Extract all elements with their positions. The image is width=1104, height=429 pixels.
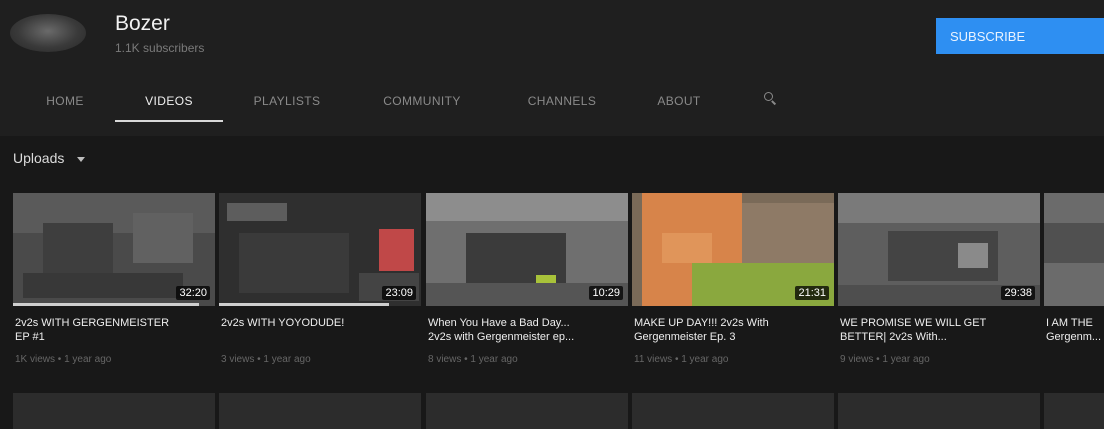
uploads-dropdown[interactable]: Uploads bbox=[13, 150, 64, 166]
duration-badge: 32:20 bbox=[176, 286, 210, 300]
tab-videos[interactable]: VIDEOS bbox=[115, 80, 223, 122]
subscribe-button[interactable]: SUBSCRIBE bbox=[936, 18, 1104, 54]
tab-playlists[interactable]: PLAYLISTS bbox=[240, 80, 334, 122]
tab-about[interactable]: ABOUT bbox=[643, 80, 715, 122]
subscriber-count: 1.1K subscribers bbox=[115, 41, 205, 55]
video-thumbnail[interactable] bbox=[1044, 193, 1104, 306]
video-meta: 9 views • 1 year ago bbox=[840, 354, 930, 365]
video-title[interactable]: 2v2s WITH GERGENMEISTER EP #1 bbox=[15, 316, 211, 344]
chevron-down-icon[interactable] bbox=[77, 157, 85, 162]
video-title[interactable]: MAKE UP DAY!!! 2v2s With Gergenmeister E… bbox=[634, 316, 830, 344]
video-meta: 1K views • 1 year ago bbox=[15, 354, 112, 365]
video-thumbnail[interactable] bbox=[1044, 393, 1104, 429]
video-meta: 3 views • 1 year ago bbox=[221, 354, 311, 365]
video-card[interactable]: I AM THE Gergenm... bbox=[1044, 193, 1104, 383]
video-meta: 8 views • 1 year ago bbox=[428, 354, 518, 365]
video-title[interactable]: 2v2s WITH YOYODUDE! bbox=[221, 316, 417, 330]
channel-name: Bozer bbox=[115, 12, 170, 35]
watched-progress-bar bbox=[13, 303, 199, 306]
duration-badge: 23:09 bbox=[382, 286, 416, 300]
channel-tabs: HOME VIDEOS PLAYLISTS COMMUNITY CHANNELS… bbox=[0, 80, 1104, 122]
video-thumbnail[interactable]: 10:29 bbox=[426, 193, 628, 306]
video-thumbnail[interactable] bbox=[13, 393, 215, 429]
search-icon[interactable] bbox=[764, 92, 777, 105]
video-thumbnail[interactable] bbox=[838, 393, 1040, 429]
video-thumbnail[interactable] bbox=[219, 393, 421, 429]
duration-badge: 21:31 bbox=[795, 286, 829, 300]
video-thumbnail[interactable]: 29:38 bbox=[838, 193, 1040, 306]
duration-badge: 10:29 bbox=[589, 286, 623, 300]
tab-home[interactable]: HOME bbox=[30, 80, 100, 122]
video-title[interactable]: WE PROMISE WE WILL GET BETTER| 2v2s With… bbox=[840, 316, 1036, 344]
video-title[interactable]: I AM THE Gergenm... bbox=[1046, 316, 1104, 344]
video-thumbnail[interactable]: 23:09 bbox=[219, 193, 421, 306]
video-meta: 11 views • 1 year ago bbox=[634, 354, 729, 365]
video-title[interactable]: When You Have a Bad Day... 2v2s with Ger… bbox=[428, 316, 624, 344]
tab-community[interactable]: COMMUNITY bbox=[372, 80, 472, 122]
tab-channels[interactable]: CHANNELS bbox=[515, 80, 609, 122]
video-thumbnail[interactable]: 21:31 bbox=[632, 193, 834, 306]
video-thumbnail[interactable] bbox=[632, 393, 834, 429]
watched-progress-bar bbox=[219, 303, 389, 306]
channel-avatar[interactable] bbox=[10, 14, 86, 52]
video-thumbnail[interactable]: 32:20 bbox=[13, 193, 215, 306]
video-thumbnail[interactable] bbox=[426, 393, 628, 429]
duration-badge: 29:38 bbox=[1001, 286, 1035, 300]
